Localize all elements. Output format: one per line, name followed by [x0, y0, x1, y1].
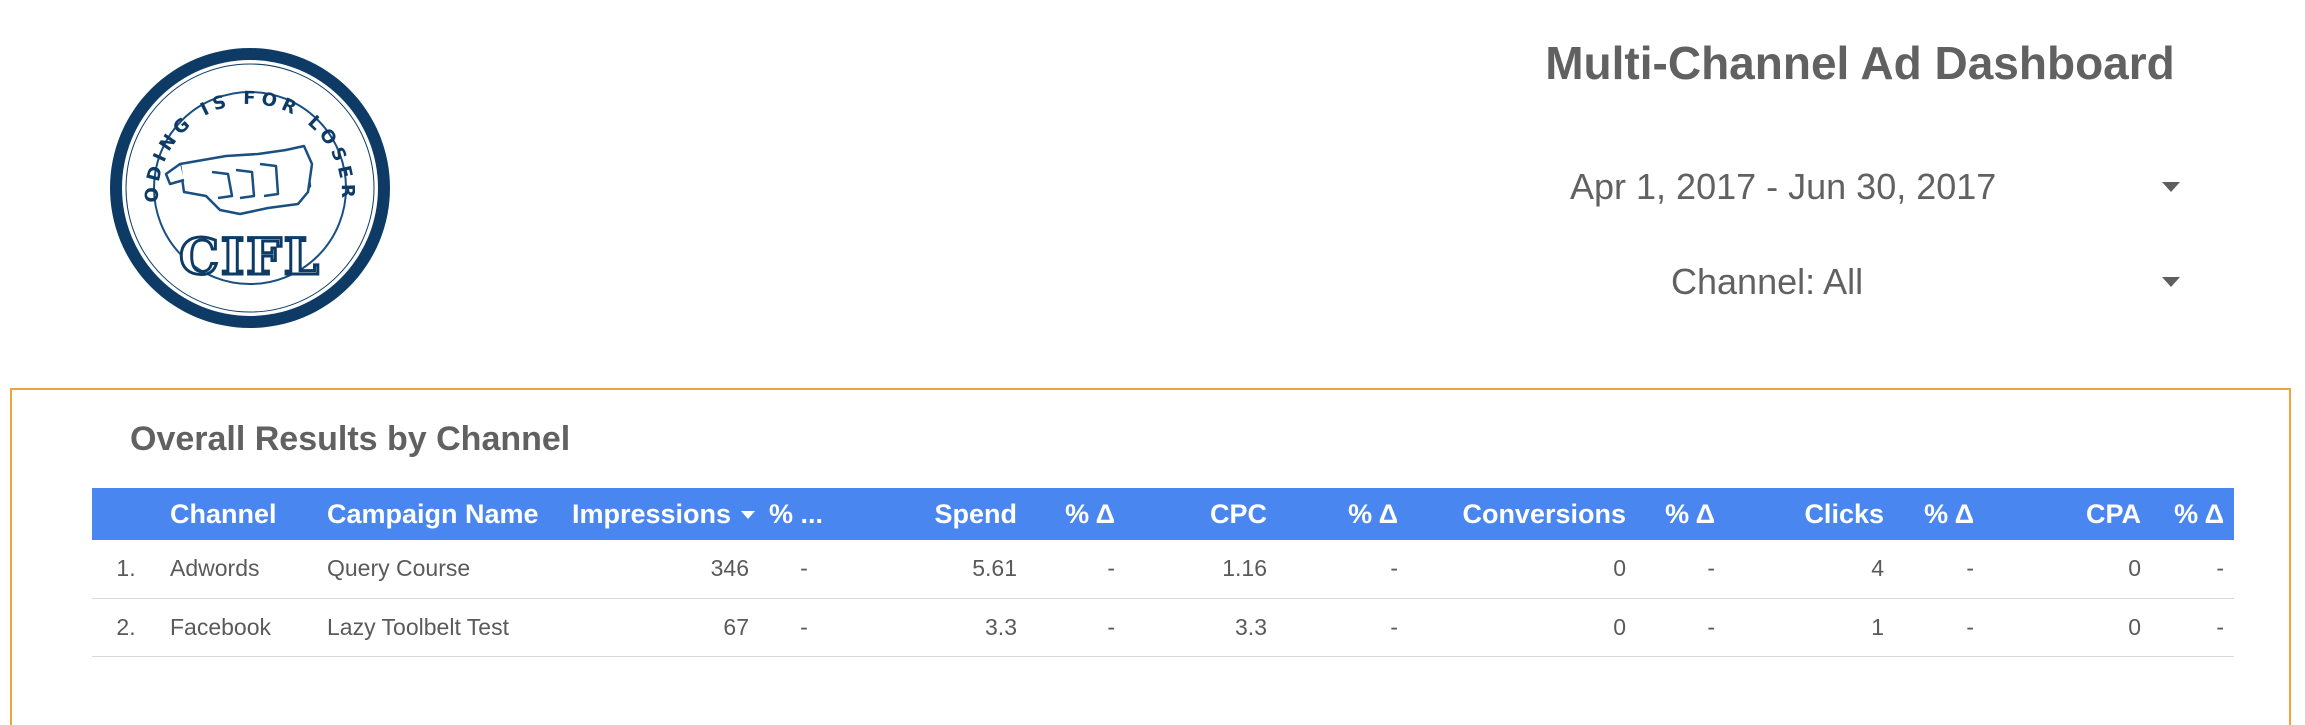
date-range-dropdown[interactable]: Apr 1, 2017 - Jun 30, 2017: [1560, 157, 2180, 217]
cell-clicks-delta: -: [1894, 540, 1984, 599]
column-header-campaign-name[interactable]: Campaign Name: [317, 488, 562, 540]
svg-text:CIFL: CIFL: [179, 227, 321, 286]
table-row: 2. Facebook Lazy Toolbelt Test 67 - 3.3 …: [92, 598, 2234, 657]
cell-conversions: 0: [1408, 598, 1636, 657]
table-header-row: Channel Campaign Name Impressions % ... …: [92, 488, 2234, 540]
column-header-cpc[interactable]: CPC: [1125, 488, 1277, 540]
chevron-down-icon[interactable]: [2162, 182, 2180, 192]
cell-impressions: 346: [562, 540, 759, 599]
cell-campaign-name: Lazy Toolbelt Test: [317, 598, 562, 657]
column-header-impressions-label: Impressions: [572, 498, 732, 529]
column-header-conversions-delta[interactable]: % Δ: [1636, 488, 1725, 540]
cell-campaign-name: Query Course: [317, 540, 562, 599]
cell-conversions: 0: [1408, 540, 1636, 599]
channel-filter-dropdown[interactable]: Channel: All: [1560, 252, 2180, 312]
cell-cpa: 0: [1984, 598, 2151, 657]
cell-impressions-delta: -: [759, 540, 849, 599]
cell-conversions-delta: -: [1636, 540, 1725, 599]
column-header-cpa[interactable]: CPA: [1984, 488, 2151, 540]
results-table: Channel Campaign Name Impressions % ... …: [92, 488, 2234, 657]
cell-clicks: 1: [1725, 598, 1894, 657]
cell-cpa-delta: -: [2151, 598, 2234, 657]
column-header-spend[interactable]: Spend: [849, 488, 1027, 540]
cifl-logo: CODING IS FOR LOSERS CIFL: [99, 30, 393, 331]
cell-spend-delta: -: [1027, 598, 1125, 657]
channel-filter-label: Channel: All: [1671, 261, 1864, 302]
column-header-clicks-delta[interactable]: % Δ: [1894, 488, 1984, 540]
date-range-label: Apr 1, 2017 - Jun 30, 2017: [1570, 166, 1997, 207]
cell-channel: Facebook: [160, 598, 317, 657]
cell-spend: 3.3: [849, 598, 1027, 657]
cell-conversions-delta: -: [1636, 598, 1725, 657]
cifl-logo-graphic: CODING IS FOR LOSERS CIFL: [99, 30, 390, 328]
cell-cpc-delta: -: [1277, 598, 1408, 657]
dashboard-title: Multi-Channel Ad Dashboard: [1545, 37, 2175, 89]
column-header-cpa-delta[interactable]: % Δ: [2151, 488, 2234, 540]
results-panel: Overall Results by Channel Channel Campa…: [10, 388, 2291, 725]
cell-cpc: 3.3: [1125, 598, 1277, 657]
column-header-clicks[interactable]: Clicks: [1725, 488, 1894, 540]
column-header-spend-delta[interactable]: % Δ: [1027, 488, 1125, 540]
column-header-channel[interactable]: Channel: [160, 488, 317, 540]
column-header-impressions[interactable]: Impressions: [562, 488, 759, 540]
cell-cpc: 1.16: [1125, 540, 1277, 599]
row-index: 1.: [92, 540, 160, 599]
column-header-index: [92, 488, 160, 540]
panel-title: Overall Results by Channel: [130, 420, 571, 458]
cell-channel: Adwords: [160, 540, 317, 599]
row-index: 2.: [92, 598, 160, 657]
column-header-cpc-delta[interactable]: % Δ: [1277, 488, 1408, 540]
cell-cpa: 0: [1984, 540, 2151, 599]
cell-clicks: 4: [1725, 540, 1894, 599]
column-header-conversions[interactable]: Conversions: [1408, 488, 1636, 540]
table-row: 1. Adwords Query Course 346 - 5.61 - 1.1…: [92, 540, 2234, 599]
column-header-impressions-delta[interactable]: % ...: [759, 488, 849, 540]
cell-spend-delta: -: [1027, 540, 1125, 599]
chevron-down-icon[interactable]: [2162, 277, 2180, 287]
cell-impressions-delta: -: [759, 598, 849, 657]
cell-clicks-delta: -: [1894, 598, 1984, 657]
cell-spend: 5.61: [849, 540, 1027, 599]
cell-cpc-delta: -: [1277, 540, 1408, 599]
sort-descending-icon: [741, 511, 756, 520]
cell-cpa-delta: -: [2151, 540, 2234, 599]
cell-impressions: 67: [562, 598, 759, 657]
